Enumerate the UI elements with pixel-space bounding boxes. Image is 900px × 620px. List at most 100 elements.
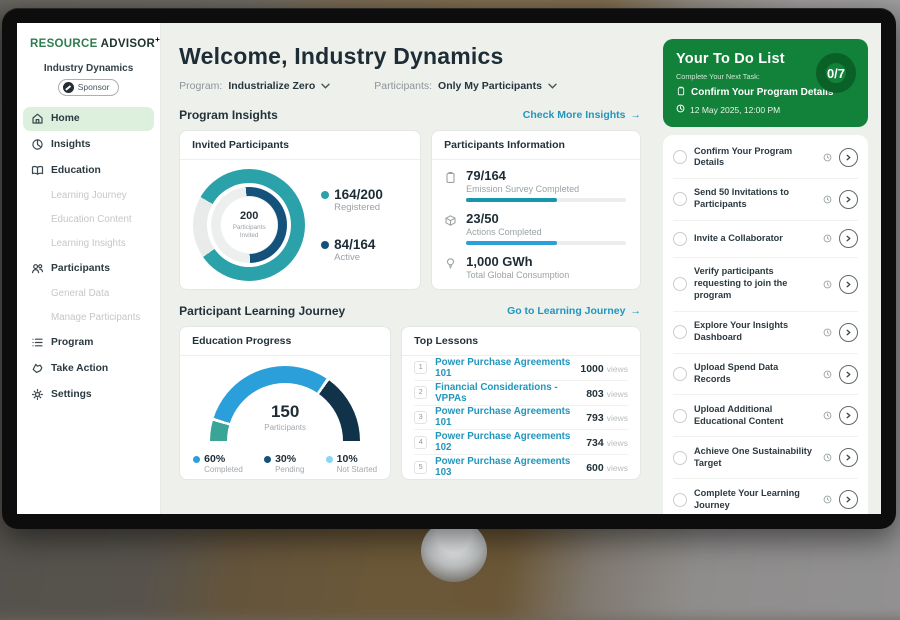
invited-participants-donut-chart: 200 Participants Invited bbox=[193, 169, 305, 281]
task-checkbox[interactable] bbox=[673, 493, 687, 507]
views-count: 793 bbox=[586, 412, 604, 424]
app-window: RESOURCE ADVISOR+ Industry Dynamics Spon… bbox=[17, 23, 881, 514]
lesson-link[interactable]: Power Purchase Agreements 101 bbox=[435, 357, 572, 379]
task-label: Confirm Your Program Details bbox=[694, 146, 816, 170]
right-panel: Your To Do List Complete Your Next Task:… bbox=[655, 23, 881, 514]
legend-label: Completed bbox=[204, 465, 243, 474]
legend-label: Not Started bbox=[337, 465, 377, 474]
lesson-link[interactable]: Financial Considerations - VPPAs bbox=[435, 382, 578, 404]
clock-icon bbox=[823, 495, 832, 504]
task-row-achieve-one-sustainability-target[interactable]: Achieve One Sustainability Target bbox=[673, 437, 858, 479]
clock-icon bbox=[823, 453, 832, 462]
sidebar-item-insights[interactable]: Insights bbox=[23, 133, 154, 157]
legend-label: Pending bbox=[275, 465, 304, 474]
task-row-upload-additional-educational-content[interactable]: Upload Additional Educational Content bbox=[673, 395, 858, 437]
task-checkbox[interactable] bbox=[673, 409, 687, 423]
lesson-link[interactable]: Power Purchase Agreements 101 bbox=[435, 406, 578, 428]
sidebar-item-home[interactable]: Home bbox=[23, 107, 154, 131]
sidebar-item-label: Program bbox=[51, 337, 93, 348]
task-checkbox[interactable] bbox=[673, 277, 687, 291]
task-row-send-50-invitations-to-participants[interactable]: Send 50 Invitations to Participants bbox=[673, 179, 858, 221]
task-label: Upload Additional Educational Content bbox=[694, 404, 816, 428]
legend-item-completed: 60%Completed bbox=[193, 453, 243, 474]
lesson-link[interactable]: Power Purchase Agreements 102 bbox=[435, 431, 578, 453]
filter-label: Program: bbox=[179, 80, 222, 92]
task-open-button[interactable] bbox=[839, 490, 858, 509]
task-row-explore-your-insights-dashboard[interactable]: Explore Your Insights Dashboard bbox=[673, 312, 858, 354]
clock-icon bbox=[823, 411, 832, 420]
task-list-card: Confirm Your Program Details Send 50 Invi… bbox=[663, 135, 868, 514]
sidebar-item-take-action[interactable]: Take Action bbox=[23, 357, 154, 381]
card-title: Participants Information bbox=[432, 131, 640, 160]
task-list: Confirm Your Program Details Send 50 Invi… bbox=[673, 137, 858, 514]
task-open-button[interactable] bbox=[839, 406, 858, 425]
logo-secondary: ADVISOR bbox=[101, 38, 156, 50]
lesson-rank: 2 bbox=[414, 386, 427, 399]
task-checkbox[interactable] bbox=[673, 367, 687, 381]
task-label: Complete Your Learning Journey bbox=[694, 488, 816, 512]
views-count: 734 bbox=[586, 437, 604, 449]
sidebar-item-education-content[interactable]: Education Content bbox=[23, 209, 154, 231]
sidebar-item-program[interactable]: Program bbox=[23, 331, 154, 355]
clock-icon bbox=[823, 234, 832, 243]
sidebar-item-education[interactable]: Education bbox=[23, 159, 154, 183]
sidebar-item-label: Home bbox=[51, 113, 80, 124]
sidebar-item-label: General Data bbox=[51, 288, 109, 299]
task-open-button[interactable] bbox=[839, 323, 858, 342]
invited-participants-card: Invited Participants 200 Participants In… bbox=[179, 130, 421, 290]
gauge-center-value: 150 bbox=[210, 402, 360, 422]
sidebar-item-label: Settings bbox=[51, 389, 92, 400]
top-lessons-card: Top Lessons 1Power Purchase Agreements 1… bbox=[401, 326, 641, 480]
org-name: Industry Dynamics bbox=[17, 63, 160, 74]
task-open-button[interactable] bbox=[839, 229, 858, 248]
todo-progress-value: 0/7 bbox=[827, 66, 845, 81]
task-open-button[interactable] bbox=[839, 365, 858, 384]
program-insights-heading: Program Insights bbox=[179, 108, 278, 122]
task-checkbox[interactable] bbox=[673, 150, 687, 164]
sidebar-item-manage-participants[interactable]: Manage Participants bbox=[23, 307, 154, 329]
task-row-upload-spend-data-records[interactable]: Upload Spend Data Records bbox=[673, 354, 858, 396]
check-more-insights-link[interactable]: Check More Insights → bbox=[523, 109, 641, 121]
participants-filter[interactable]: Participants:Only My Participants bbox=[374, 80, 557, 92]
go-to-learning-journey-link[interactable]: Go to Learning Journey → bbox=[507, 305, 641, 317]
task-open-button[interactable] bbox=[839, 275, 858, 294]
filter-value: Industrialize Zero bbox=[228, 80, 315, 92]
task-open-button[interactable] bbox=[839, 190, 858, 209]
views-suffix: views bbox=[607, 413, 628, 423]
sidebar-item-participants[interactable]: Participants bbox=[23, 257, 154, 281]
legend-item-not-started: 10%Not Started bbox=[326, 453, 377, 474]
task-row-confirm-your-program-details[interactable]: Confirm Your Program Details bbox=[673, 137, 858, 179]
arrow-right-icon: → bbox=[631, 109, 642, 121]
sidebar-item-learning-journey[interactable]: Learning Journey bbox=[23, 185, 154, 207]
task-checkbox[interactable] bbox=[673, 232, 687, 246]
legend-label: Active bbox=[334, 252, 383, 263]
clock-icon bbox=[823, 153, 832, 162]
chevron-down-icon bbox=[321, 80, 330, 92]
active-participants-ring: 200 Participants Invited bbox=[211, 187, 287, 263]
task-open-button[interactable] bbox=[839, 148, 858, 167]
todo-summary-card: Your To Do List Complete Your Next Task:… bbox=[663, 39, 868, 127]
lesson-link[interactable]: Power Purchase Agreements 103 bbox=[435, 456, 578, 478]
legend-value: 164/200 bbox=[334, 187, 383, 202]
education-progress-card: Education Progress 150 Participants 60%C… bbox=[179, 326, 391, 480]
legend-item-active: 84/164Active bbox=[321, 237, 383, 263]
monitor-stand bbox=[421, 520, 487, 582]
sidebar-item-settings[interactable]: Settings bbox=[23, 383, 154, 407]
task-open-button[interactable] bbox=[839, 448, 858, 467]
sidebar-item-general-data[interactable]: General Data bbox=[23, 283, 154, 305]
task-row-verify-participants-requesting-to-join-the-program[interactable]: Verify participants requesting to join t… bbox=[673, 258, 858, 312]
sidebar-item-label: Education bbox=[51, 165, 101, 176]
sidebar-item-learning-insights[interactable]: Learning Insights bbox=[23, 233, 154, 255]
task-checkbox[interactable] bbox=[673, 192, 687, 206]
task-row-complete-your-learning-journey[interactable]: Complete Your Learning Journey bbox=[673, 479, 858, 514]
task-checkbox[interactable] bbox=[673, 325, 687, 339]
metric-value: 79/164 bbox=[466, 168, 626, 183]
todo-due-date: 12 May 2025, 12:00 PM bbox=[690, 105, 780, 115]
task-checkbox[interactable] bbox=[673, 451, 687, 465]
task-row-invite-a-collaborator[interactable]: Invite a Collaborator bbox=[673, 221, 858, 258]
lesson-rank: 3 bbox=[414, 411, 427, 424]
views-suffix: views bbox=[607, 364, 628, 374]
program-filter[interactable]: Program: Industrialize Zero bbox=[179, 80, 330, 92]
program-icon bbox=[31, 336, 44, 349]
task-label: Upload Spend Data Records bbox=[694, 362, 816, 386]
